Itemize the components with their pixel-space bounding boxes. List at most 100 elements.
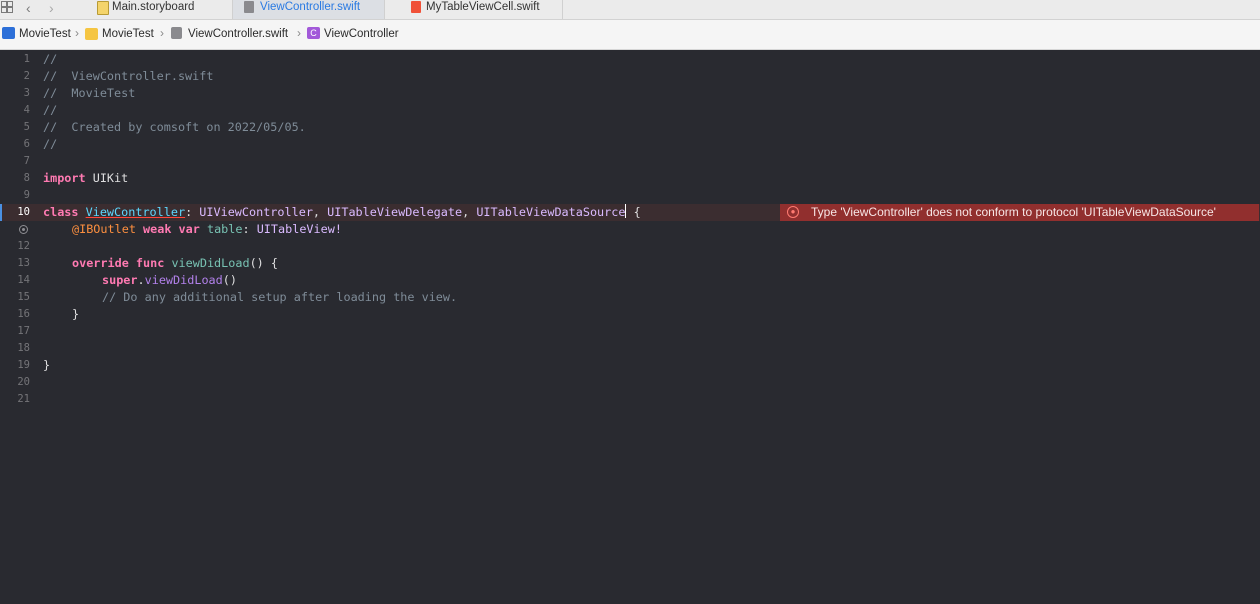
code-line: 12 <box>0 238 1260 255</box>
code-line: 19 } <box>0 357 1260 374</box>
error-banner[interactable]: ● Type 'ViewController' does not conform… <box>780 204 1259 221</box>
chevron-right-icon: › <box>297 26 301 40</box>
code-text: // Created by comsoft on 2022/05/05. <box>43 120 306 134</box>
forward-arrow-icon[interactable]: › <box>49 0 54 18</box>
code-text: @IBOutlet weak var table: UITableView! <box>72 221 342 238</box>
function-name: viewDidLoad <box>164 256 250 270</box>
code-line: 9 <box>0 187 1260 204</box>
line-number: 17 <box>17 325 30 337</box>
tab-viewcontroller-swift[interactable]: ViewController.swift <box>233 0 384 19</box>
line-number: 4 <box>23 104 30 116</box>
code-line: 8 import UIKit <box>0 170 1260 187</box>
project-icon <box>2 27 15 39</box>
code-line: 18 <box>0 340 1260 357</box>
punctuation: { <box>626 205 641 219</box>
line-number: 9 <box>23 189 30 201</box>
code-line: 5 // Created by comsoft on 2022/05/05. <box>0 119 1260 136</box>
code-text: class ViewController: UIViewController, … <box>43 204 641 221</box>
punctuation: , <box>462 205 477 219</box>
code-editor[interactable]: 1 // 2 // ViewController.swift 3 // Movi… <box>0 51 1260 604</box>
crumb-label: MovieTest <box>102 28 154 40</box>
tab-label: Main.storyboard <box>112 1 195 13</box>
line-number: 16 <box>17 308 30 320</box>
code-line: 2 // ViewController.swift <box>0 68 1260 85</box>
chevron-right-icon: › <box>75 26 79 40</box>
crumb-label: MovieTest <box>19 28 71 40</box>
code-line: 15 // Do any additional setup after load… <box>0 289 1260 306</box>
tab-mytableviewcell-swift[interactable]: MyTableViewCell.swift <box>411 0 561 19</box>
punctuation: : <box>185 205 200 219</box>
crumb-label: ViewController <box>324 28 399 40</box>
storyboard-file-icon <box>97 1 109 15</box>
code-text: } <box>72 307 80 321</box>
type-name: UIViewController <box>199 205 313 219</box>
line-number: 3 <box>23 87 30 99</box>
code-line: 1 // <box>0 51 1260 68</box>
code-text: // Do any additional setup after loading… <box>102 290 458 304</box>
type-name: UITableViewDataSource <box>476 205 626 219</box>
line-number: 13 <box>17 257 30 269</box>
line-number: 19 <box>17 359 30 371</box>
line-number: 12 <box>17 240 30 252</box>
swift-file-icon <box>244 1 254 13</box>
line-number: 15 <box>17 291 30 303</box>
code-text: // MovieTest <box>43 86 136 100</box>
keyword: override func <box>72 256 165 270</box>
code-line: 13 override func viewDidLoad() { <box>0 255 1260 272</box>
function-call: viewDidLoad <box>144 273 223 287</box>
error-circle-icon: ● <box>787 206 799 218</box>
crumb-project[interactable]: MovieTest <box>2 27 71 41</box>
error-message: Type 'ViewController' does not conform t… <box>811 205 1216 219</box>
type-name: UITableView! <box>256 222 342 236</box>
code-line: 6 // <box>0 136 1260 153</box>
crumb-folder[interactable]: MovieTest <box>85 27 154 41</box>
tab-divider <box>562 0 563 19</box>
class-name: ViewController <box>85 205 186 219</box>
punctuation: () <box>222 273 237 287</box>
code-line: 21 <box>0 391 1260 408</box>
tab-main-storyboard[interactable]: Main.storyboard <box>97 0 227 19</box>
tab-divider <box>384 0 385 19</box>
tab-bar: ‹ › Main.storyboard ViewController.swift… <box>0 0 1260 20</box>
code-line-error: 10 class ViewController: UIViewControlle… <box>0 204 1260 221</box>
tab-label: ViewController.swift <box>260 1 361 13</box>
tab-label: MyTableViewCell.swift <box>426 1 540 13</box>
punctuation: : <box>242 222 257 236</box>
code-text: import UIKit <box>43 170 128 187</box>
crumb-label: ViewController.swift <box>188 28 289 40</box>
code-line: 3 // MovieTest <box>0 85 1260 102</box>
line-number: 18 <box>17 342 30 354</box>
code-text: } <box>43 358 51 372</box>
code-text: super.viewDidLoad() <box>102 272 237 289</box>
line-number: 8 <box>23 172 30 184</box>
code-text: // <box>43 137 58 151</box>
keyword: class <box>43 205 79 219</box>
code-line: 4 // <box>0 102 1260 119</box>
keyword: import <box>43 171 86 185</box>
grid-icon[interactable] <box>0 0 14 18</box>
code-text: override func viewDidLoad() { <box>72 255 278 272</box>
line-number: 21 <box>17 393 30 405</box>
keyword: weak var <box>143 222 200 236</box>
code-line: 16 } <box>0 306 1260 323</box>
swift-file-icon <box>411 1 421 13</box>
class-icon: C <box>307 27 320 39</box>
crumb-class[interactable]: C ViewController <box>307 27 399 41</box>
outlet-connection-icon[interactable] <box>19 225 28 234</box>
back-arrow-icon[interactable]: ‹ <box>26 0 31 18</box>
line-number: 5 <box>23 121 30 133</box>
folder-icon <box>85 28 98 40</box>
punctuation: () { <box>249 256 278 270</box>
line-number: 2 <box>23 70 30 82</box>
crumb-file[interactable]: ViewController.swift <box>171 27 288 41</box>
code-line: 20 <box>0 374 1260 391</box>
code-line: 14 super.viewDidLoad() <box>0 272 1260 289</box>
code-line: @IBOutlet weak var table: UITableView! <box>0 221 1260 238</box>
code-text: // <box>43 103 58 117</box>
punctuation: . <box>137 273 145 287</box>
line-number: 7 <box>23 155 30 167</box>
code-line: 17 <box>0 323 1260 340</box>
code-text: // ViewController.swift <box>43 69 214 83</box>
punctuation: , <box>312 205 328 219</box>
line-number: 6 <box>23 138 30 150</box>
